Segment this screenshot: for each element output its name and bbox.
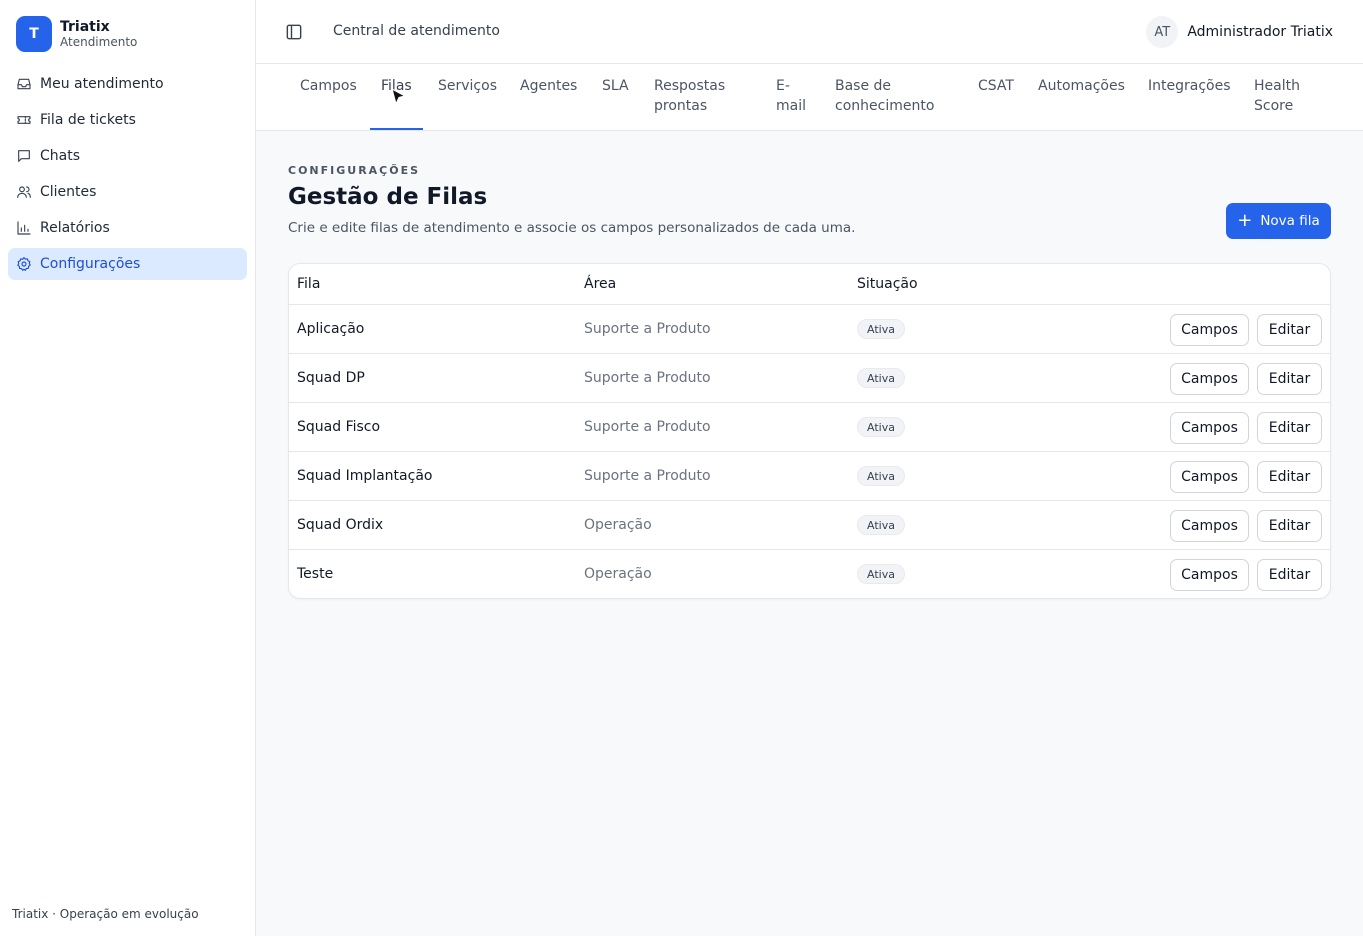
brand-subtitle: Atendimento [60, 35, 138, 49]
header-title: Central de atendimento [333, 23, 500, 39]
top-header: Central de atendimento AT Administrador … [256, 0, 1363, 64]
fields-button[interactable]: Campos [1170, 510, 1249, 542]
sidebar-item-label: Clientes [40, 184, 97, 200]
gear-icon [17, 257, 31, 271]
plus-icon: + [1237, 210, 1253, 231]
panel-left-icon [286, 24, 302, 40]
table-row: Squad DP Suporte a Produto Ativa Campos … [289, 354, 1330, 403]
queues-table: Fila Área Situação Aplicação Suporte a P… [288, 263, 1331, 599]
user-name: Administrador Triatix [1187, 24, 1333, 40]
table-row: Squad Fisco Suporte a Produto Ativa Camp… [289, 403, 1330, 452]
edit-button[interactable]: Editar [1257, 510, 1322, 542]
inbox-icon [17, 78, 31, 90]
sidebar-item-clientes[interactable]: Clientes [8, 176, 247, 208]
tab-csat[interactable]: CSAT [978, 76, 1014, 96]
sidebar-item-label: Relatórios [40, 220, 110, 236]
fields-button[interactable]: Campos [1170, 461, 1249, 493]
queue-area: Operação [584, 517, 652, 533]
table-row: Teste Operação Ativa Campos Editar [289, 550, 1330, 598]
sidebar-toggle-button[interactable] [284, 22, 304, 42]
sidebar-item-label: Configurações [40, 256, 141, 272]
column-header-area: Área [584, 276, 617, 292]
brand-name: Triatix [60, 19, 110, 35]
sidebar-footer: Triatix · Operação em evolução [12, 907, 199, 921]
brand-text: Triatix Atendimento [60, 19, 137, 49]
sidebar-item-label: Meu atendimento [40, 76, 164, 92]
tab-base-de-conhecimento[interactable]: Base de conhecimento [835, 76, 939, 116]
table-row: Aplicação Suporte a Produto Ativa Campos… [289, 305, 1330, 354]
table-row: Squad Implantação Suporte a Produto Ativ… [289, 452, 1330, 501]
brand-logo: T [16, 16, 52, 52]
tab-campos[interactable]: Campos [300, 76, 357, 96]
column-header-situacao: Situação [857, 276, 918, 292]
queue-name: Aplicação [297, 321, 365, 337]
status-badge: Ativa [857, 417, 905, 437]
brand[interactable]: T Triatix Atendimento [16, 16, 137, 52]
edit-button[interactable]: Editar [1257, 412, 1322, 444]
edit-button[interactable]: Editar [1257, 461, 1322, 493]
ticket-icon [17, 116, 31, 124]
sidebar-item-label: Fila de tickets [40, 112, 136, 128]
table-header: Fila Área Situação [289, 264, 1330, 305]
queue-name: Squad Ordix [297, 517, 384, 533]
table-row: Squad Ordix Operação Ativa Campos Editar [289, 501, 1330, 550]
queue-area: Suporte a Produto [584, 370, 711, 386]
sidebar-nav: Meu atendimento Fila de tickets Chats Cl… [8, 68, 247, 284]
queue-area: Suporte a Produto [584, 321, 711, 337]
status-badge: Ativa [857, 319, 905, 339]
active-tab-indicator [370, 128, 423, 130]
queue-name: Squad Implantação [297, 468, 433, 484]
status-badge: Ativa [857, 368, 905, 388]
tab-agentes[interactable]: Agentes [520, 76, 577, 96]
new-queue-label: Nova fila [1260, 213, 1320, 229]
tab-health-score[interactable]: Health Score [1254, 76, 1316, 116]
column-header-fila: Fila [297, 276, 321, 292]
users-icon [17, 186, 31, 198]
edit-button[interactable]: Editar [1257, 559, 1322, 591]
sidebar: T Triatix Atendimento Meu atendimento Fi… [0, 0, 256, 936]
chat-icon [18, 150, 30, 162]
bar-chart-icon [17, 221, 31, 235]
status-badge: Ativa [857, 564, 905, 584]
tab-respostas-prontas[interactable]: Respostas prontas [654, 76, 738, 116]
sidebar-item-configuracoes[interactable]: Configurações [8, 248, 247, 280]
queue-name: Squad DP [297, 370, 365, 386]
user-menu[interactable]: AT Administrador Triatix [1146, 16, 1333, 48]
queue-name: Teste [297, 566, 334, 582]
queue-area: Operação [584, 566, 652, 582]
tab-servicos[interactable]: Serviços [438, 76, 497, 96]
new-queue-button[interactable]: + Nova fila [1226, 203, 1331, 239]
queue-area: Suporte a Produto [584, 419, 711, 435]
queue-area: Suporte a Produto [584, 468, 711, 484]
tab-sla[interactable]: SLA [602, 76, 629, 96]
tab-email[interactable]: E-mail [776, 76, 810, 116]
sidebar-item-meu-atendimento[interactable]: Meu atendimento [8, 68, 247, 100]
page-title: Gestão de Filas [288, 184, 488, 210]
edit-button[interactable]: Editar [1257, 314, 1322, 346]
fields-button[interactable]: Campos [1170, 314, 1249, 346]
fields-button[interactable]: Campos [1170, 363, 1249, 395]
tab-integracoes[interactable]: Integrações [1148, 76, 1231, 96]
status-badge: Ativa [857, 466, 905, 486]
edit-button[interactable]: Editar [1257, 363, 1322, 395]
mouse-cursor-icon [391, 88, 407, 106]
sidebar-item-label: Chats [40, 148, 81, 164]
sidebar-item-fila-de-tickets[interactable]: Fila de tickets [8, 104, 247, 136]
page-description: Crie e edite filas de atendimento e asso… [288, 220, 856, 236]
status-badge: Ativa [857, 515, 905, 535]
settings-tabs: Campos Filas Serviços Agentes SLA Respos… [256, 64, 1363, 131]
avatar: AT [1146, 16, 1179, 48]
fields-button[interactable]: Campos [1170, 412, 1249, 444]
fields-button[interactable]: Campos [1170, 559, 1249, 591]
sidebar-item-relatorios[interactable]: Relatórios [8, 212, 247, 244]
sidebar-item-chats[interactable]: Chats [8, 140, 247, 172]
queue-name: Squad Fisco [297, 419, 381, 435]
page-eyebrow: CONFIGURAÇÕES [288, 164, 421, 177]
tab-automacoes[interactable]: Automações [1038, 76, 1125, 96]
